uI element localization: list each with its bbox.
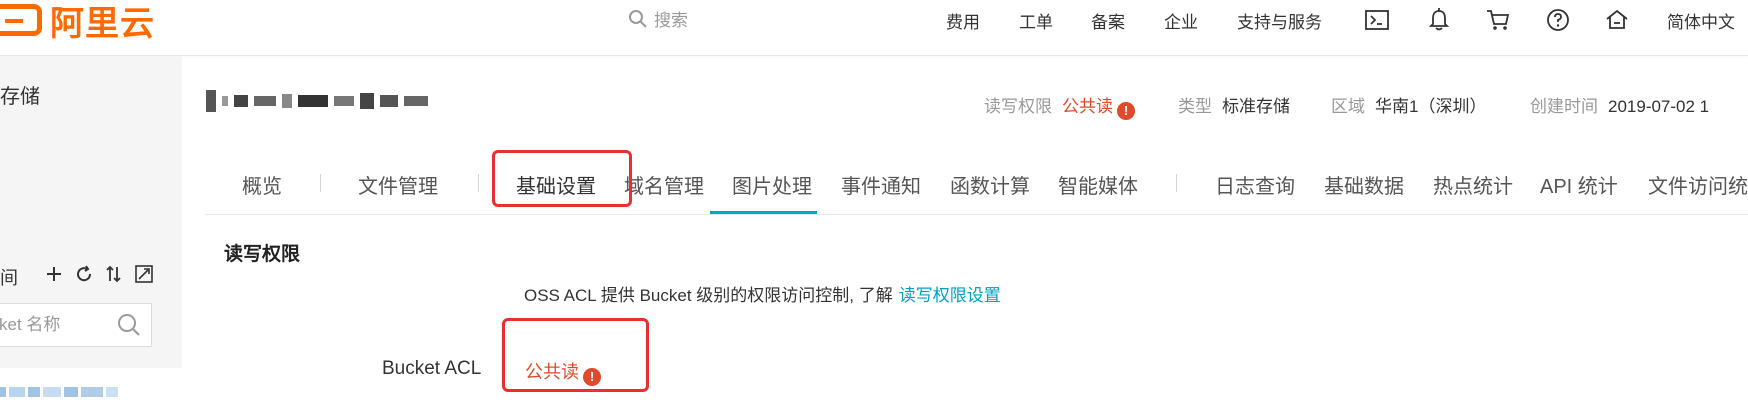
sort-icon[interactable]: [104, 264, 124, 284]
tab-separator: [478, 174, 479, 192]
logo-text: 阿里云: [50, 4, 155, 43]
cart-icon[interactable]: [1486, 8, 1510, 32]
refresh-icon[interactable]: [74, 264, 94, 284]
bucket-tabs: 概览 文件管理 基础设置 域名管理 图片处理 事件通知 函数计算 智能媒体 日志…: [206, 150, 1748, 215]
meta-region-value: 华南1（深圳）: [1375, 97, 1487, 116]
bucket-search-input[interactable]: [0, 314, 111, 336]
acl-description-text: OSS ACL 提供 Bucket 级别的权限访问控制, 了解: [524, 286, 893, 305]
meta-type: 类型 标准存储: [1178, 92, 1290, 117]
tab-overview[interactable]: 概览: [242, 170, 282, 199]
meta-type-value: 标准存储: [1222, 97, 1290, 116]
sidebar: 存储 间: [0, 56, 182, 416]
tab-event-notification[interactable]: 事件通知: [841, 170, 921, 199]
bucket-acl-value-text: 公共读: [525, 362, 579, 382]
meta-type-label: 类型: [1178, 97, 1212, 116]
tab-image-processing[interactable]: 图片处理: [732, 170, 812, 199]
nav-enterprise[interactable]: 企业: [1164, 0, 1198, 40]
tab-basic-data[interactable]: 基础数据: [1324, 170, 1404, 199]
highlight-box-tab: [492, 150, 632, 207]
add-icon[interactable]: [44, 264, 64, 284]
meta-acl-value: 公共读: [1062, 97, 1113, 116]
tab-function-compute[interactable]: 函数计算: [950, 170, 1030, 199]
active-tab-indicator: [710, 211, 817, 214]
search-icon: [629, 9, 647, 28]
acl-settings-link[interactable]: 读写权限设置: [899, 286, 1001, 305]
tab-file-management[interactable]: 文件管理: [358, 170, 438, 199]
bucket-search-field[interactable]: [0, 303, 152, 347]
global-search[interactable]: 搜索: [628, 6, 688, 31]
expand-icon[interactable]: [134, 264, 154, 284]
tab-api-statistics[interactable]: API 统计: [1540, 170, 1618, 199]
tab-file-access-statistics[interactable]: 文件访问统: [1648, 170, 1748, 199]
meta-acl-label: 读写权限: [984, 97, 1052, 116]
sidebar-list-label: 间: [0, 268, 18, 288]
tab-hotspot-statistics[interactable]: 热点统计: [1433, 170, 1513, 199]
tab-domain-management[interactable]: 域名管理: [624, 170, 704, 199]
bucket-name-redacted: [0, 387, 121, 397]
sidebar-toolbar: [44, 264, 154, 284]
meta-created-value: 2019-07-02 1: [1608, 97, 1710, 116]
acl-description: OSS ACL 提供 Bucket 级别的权限访问控制, 了解 读写权限设置: [524, 281, 1001, 306]
nav-support[interactable]: 支持与服务: [1237, 0, 1322, 40]
bucket-acl-value: 公共读!: [525, 358, 601, 386]
sidebar-title: 存储: [0, 86, 40, 108]
meta-created: 创建时间 2019-07-02 1: [1530, 92, 1709, 117]
aliyun-logo-mark: [0, 4, 42, 36]
tab-log-query[interactable]: 日志查询: [1215, 170, 1295, 199]
warning-icon: !: [583, 367, 601, 386]
search-placeholder: 搜索: [654, 11, 688, 30]
section-title: 读写权限: [224, 244, 301, 265]
bucket-name-redacted: [206, 90, 428, 112]
tab-separator: [1176, 174, 1177, 192]
tab-intelligent-media[interactable]: 智能媒体: [1058, 170, 1138, 199]
home-icon[interactable]: [1605, 8, 1629, 32]
meta-acl: 读写权限 公共读!: [984, 92, 1135, 120]
nav-fees[interactable]: 费用: [946, 0, 980, 40]
bell-icon[interactable]: [1427, 8, 1451, 32]
terminal-icon[interactable]: [1365, 8, 1389, 32]
nav-tickets[interactable]: 工单: [1019, 0, 1053, 40]
warning-icon: !: [1117, 101, 1135, 120]
bucket-acl-label: Bucket ACL: [382, 358, 482, 379]
top-navigation-bar: 阿里云 搜索 费用 工单 备案 企业 支持与服务 简体中文: [0, 0, 1748, 56]
nav-filing[interactable]: 备案: [1091, 0, 1125, 40]
meta-created-label: 创建时间: [1530, 97, 1598, 116]
search-icon[interactable]: [117, 313, 141, 337]
meta-region: 区域 华南1（深圳）: [1331, 92, 1486, 117]
tab-separator: [320, 174, 321, 192]
meta-region-label: 区域: [1331, 97, 1365, 116]
nav-language[interactable]: 简体中文: [1667, 0, 1735, 40]
help-icon[interactable]: [1546, 8, 1570, 32]
aliyun-logo[interactable]: 阿里云: [0, 0, 155, 43]
